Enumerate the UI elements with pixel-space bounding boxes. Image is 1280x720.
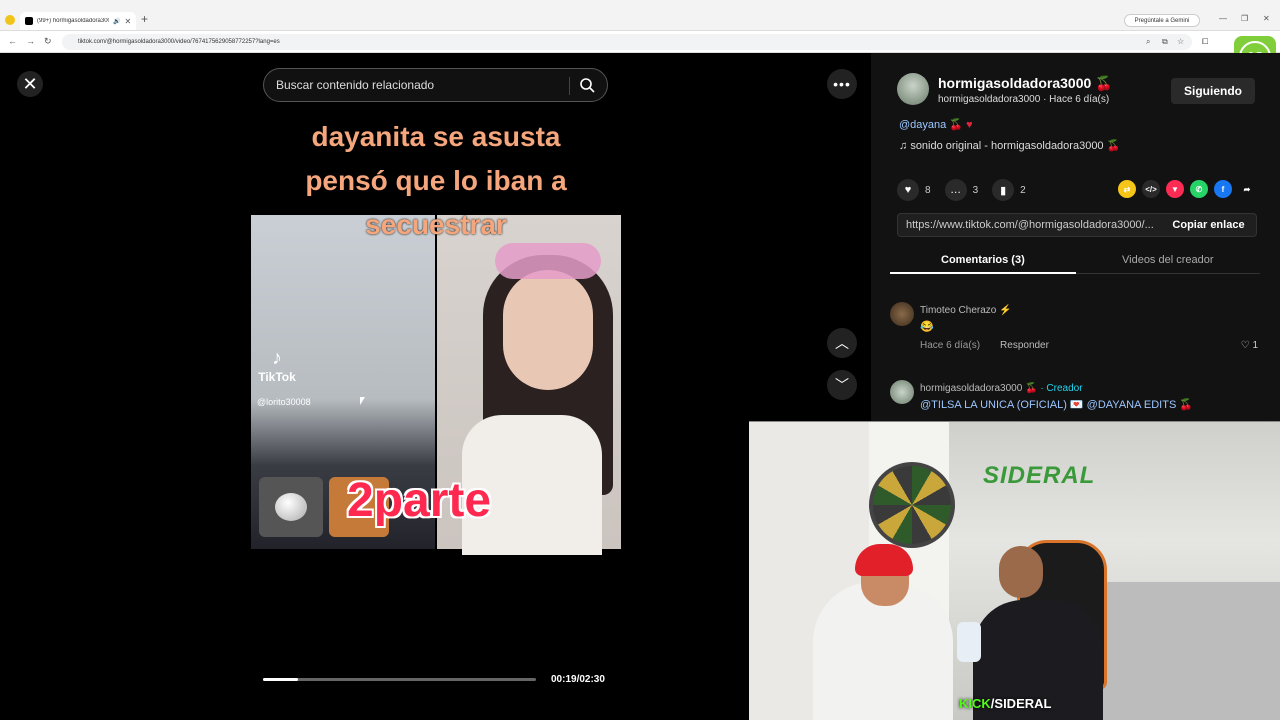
video-caption-line-1: dayanita se asusta	[311, 121, 561, 152]
browser-tab-bar: (99+) hormigasoldadora3000 🔊 ✕ + Pregúnt…	[0, 0, 1280, 31]
address-toolbar: ← → ↻ tiktok.com/@hormigasoldadora3000/v…	[0, 31, 1280, 53]
reply-button[interactable]: Responder	[1000, 340, 1049, 351]
tab-comments[interactable]: Comentarios (3)	[941, 254, 1025, 266]
author-subline: hormigasoldadora3000 · Hace 6 día(s)	[938, 94, 1110, 105]
girl-face	[503, 270, 593, 390]
embed-icon[interactable]: </>	[1142, 180, 1160, 198]
microphone	[957, 622, 981, 662]
sticker-ball	[259, 477, 323, 537]
video-progress-bar[interactable]	[263, 678, 536, 681]
search-icon[interactable]	[579, 77, 595, 93]
tab-close-icon[interactable]: ✕	[124, 17, 131, 26]
bookmark-icon[interactable]: ▮	[992, 179, 1015, 201]
author-username[interactable]: hormigasoldadora3000 🍒	[938, 75, 1113, 92]
comment-count: 3	[972, 184, 979, 196]
zoom-icon[interactable]: ⌕	[1146, 37, 1150, 47]
reload-icon[interactable]: ↻	[44, 36, 52, 47]
share-buttons: ⇄ </> ▼ ✆ f ➦	[1118, 180, 1256, 198]
tiktok-note-icon: ♪	[272, 347, 282, 369]
video-caption-line-2: pensó que lo iban a	[305, 165, 567, 196]
gemini-button[interactable]: Pregúntale a Gemini	[1124, 14, 1200, 27]
streamer-webcam: SIDERAL KICK/SIDERAL	[749, 421, 1280, 720]
search-divider	[569, 77, 570, 95]
kick-channel-tag: KICK/SIDERAL	[959, 696, 1052, 711]
cam-bed	[1079, 582, 1280, 720]
comment-stat[interactable]: … 3	[944, 179, 979, 201]
related-search-input[interactable]: Buscar contenido relacionado	[263, 68, 608, 102]
following-button[interactable]: Siguiendo	[1171, 78, 1255, 104]
sound-link[interactable]: ♫ sonido original - hormigasoldadora3000…	[899, 139, 1120, 152]
forward-icon[interactable]: →	[26, 36, 35, 46]
active-tab-indicator	[890, 272, 1076, 274]
prize-wheel	[869, 462, 955, 548]
browser-tab[interactable]: (99+) hormigasoldadora3000 🔊 ✕	[20, 12, 136, 30]
minimize-icon[interactable]: —	[1219, 14, 1227, 23]
install-icon[interactable]: ⧉	[1162, 37, 1168, 47]
commenter-name[interactable]: hormigasoldadora3000 🍒 · Creador	[920, 383, 1083, 394]
creator-badge: · Creador	[1040, 383, 1083, 394]
comment-text: 😂	[920, 321, 934, 333]
tab-search-icon[interactable]	[5, 15, 15, 25]
maximize-icon[interactable]: ❐	[1241, 14, 1248, 23]
next-video-button[interactable]: ﹀	[827, 370, 857, 400]
video-player[interactable]: dayanita se asusta pensó que lo iban a s…	[251, 105, 621, 710]
cherry-emoji-icon: 🍒	[1095, 75, 1113, 91]
close-video-button[interactable]: ✕	[17, 71, 43, 97]
share-arrow-icon[interactable]: ➦	[1238, 180, 1256, 198]
comment-like[interactable]: ♡ 1	[1241, 340, 1258, 351]
video-time: 00:19/02:30	[551, 674, 605, 685]
like-count: 8	[925, 184, 931, 196]
tiktok-watermark: ♪ TikTok	[257, 347, 297, 384]
back-icon[interactable]: ←	[8, 36, 17, 46]
commenter-avatar[interactable]	[890, 302, 914, 326]
commenter-name[interactable]: Timoteo Cherazo ⚡	[920, 305, 1012, 316]
commenter-avatar[interactable]	[890, 380, 914, 404]
comment-meta: Hace 6 día(s) Responder	[920, 340, 1049, 351]
comment-icon[interactable]: …	[944, 179, 967, 201]
description-mention[interactable]: @dayana 🍒 ♥	[899, 118, 973, 131]
bear-ears-filter	[495, 243, 601, 279]
tab-creator-videos[interactable]: Videos del creador	[1122, 254, 1214, 266]
speaker-icon[interactable]: 🔊	[113, 18, 120, 25]
repost-icon[interactable]: ⇄	[1118, 180, 1136, 198]
whatsapp-icon[interactable]: ✆	[1190, 180, 1208, 198]
bookmark-star-icon[interactable]: ☆	[1177, 37, 1184, 46]
streamer-right-head	[999, 546, 1043, 598]
send-friends-icon[interactable]: ▼	[1166, 180, 1184, 198]
save-count: 2	[1020, 184, 1026, 196]
previous-video-button[interactable]: ︿	[827, 328, 857, 358]
sideral-wall-logo: SIDERAL	[983, 462, 1096, 489]
heart-icon[interactable]: ♥	[897, 179, 919, 201]
facebook-icon[interactable]: f	[1214, 180, 1232, 198]
address-bar[interactable]: tiktok.com/@hormigasoldadora3000/video/7…	[62, 34, 1192, 50]
tiktok-watermark-label: TikTok	[258, 370, 296, 384]
new-tab-icon[interactable]: +	[141, 12, 148, 26]
music-note-icon: ♫	[899, 140, 908, 152]
video-caption-line-3: secuestrar	[365, 209, 507, 240]
tab-title: (99+) hormigasoldadora3000	[37, 18, 109, 24]
more-options-button[interactable]: •••	[827, 69, 857, 99]
panel-tabs: Comentarios (3) Videos del creador	[890, 250, 1260, 274]
extensions-icon[interactable]: ⧠	[1202, 37, 1208, 47]
copy-link-button[interactable]: Copiar enlace	[1160, 213, 1257, 237]
window-close-icon[interactable]: ✕	[1263, 14, 1270, 23]
part-overlay-text: 2parte	[347, 474, 492, 527]
tiktok-favicon-icon	[25, 17, 33, 25]
author-avatar[interactable]	[897, 73, 929, 105]
mouse-cursor-icon	[360, 397, 365, 405]
search-placeholder: Buscar contenido relacionado	[276, 78, 435, 92]
video-progress-fill	[263, 678, 298, 681]
comment-text: @TILSA LA UNICA (OFICIAL) 💌 @DAYANA EDIT…	[920, 399, 1194, 411]
like-stat[interactable]: ♥ 8	[897, 179, 931, 201]
watermark-handle: @lorito30008	[257, 397, 311, 407]
save-stat[interactable]: ▮ 2	[992, 179, 1026, 201]
engagement-stats: ♥ 8 … 3 ▮ 2	[897, 179, 1026, 201]
